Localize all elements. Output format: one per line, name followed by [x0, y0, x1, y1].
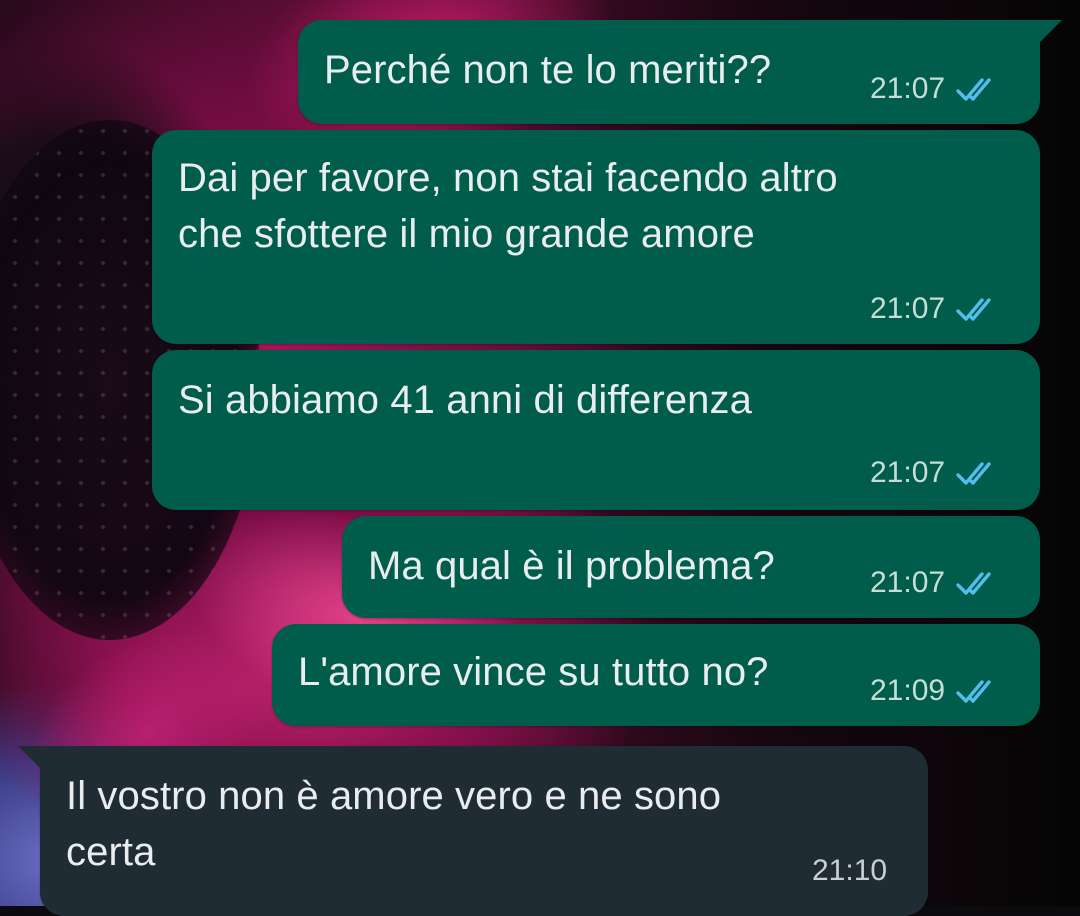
- message-bubble-sent[interactable]: L'amore vince su tutto no? 21:09: [272, 624, 1040, 726]
- message-text-line-1: Il vostro non è amore vero e ne sono: [66, 774, 722, 818]
- message-text: Si abbiamo 41 anni di differenza: [178, 378, 752, 422]
- message-meta: 21:07: [870, 292, 999, 326]
- message-time: 21:09: [870, 674, 946, 707]
- double-check-icon: [956, 462, 991, 485]
- double-check-icon: [956, 680, 991, 703]
- message-time: 21:10: [812, 854, 888, 887]
- message-time: 21:07: [870, 566, 946, 599]
- message-bubble-sent[interactable]: Dai per favore, non stai facendo altro c…: [152, 130, 1040, 344]
- bubble-tail: [18, 746, 44, 772]
- bubble-tail: [1036, 20, 1062, 46]
- message-text: L'amore vince su tutto no?: [298, 650, 769, 694]
- message-bubble-received[interactable]: Il vostro non è amore vero e ne sono cer…: [18, 746, 928, 916]
- double-check-icon: [956, 78, 991, 101]
- message-meta: 21:07: [870, 456, 999, 490]
- message-text-line-2: che sfottere il mio grande amore: [178, 212, 755, 256]
- message-bubble-sent[interactable]: Ma qual è il problema? 21:07: [342, 516, 1040, 618]
- message-time: 21:07: [870, 456, 946, 489]
- message-meta: 21:07: [870, 72, 999, 106]
- message-text: Perché non te lo meriti??: [324, 48, 772, 92]
- message-text-line-2: certa: [66, 830, 156, 874]
- message-time: 21:07: [870, 72, 946, 105]
- message-time: 21:07: [870, 292, 946, 325]
- double-check-icon: [956, 298, 991, 321]
- double-check-icon: [956, 572, 991, 595]
- message-meta: 21:10: [812, 854, 887, 888]
- message-text: Ma qual è il problema?: [368, 544, 775, 588]
- message-bubble-sent[interactable]: Si abbiamo 41 anni di differenza 21:07: [152, 350, 1040, 510]
- message-meta: 21:09: [870, 674, 999, 708]
- message-bubble-sent[interactable]: Perché non te lo meriti?? 21:07: [298, 20, 1062, 124]
- message-text-line-1: Dai per favore, non stai facendo altro: [178, 156, 838, 200]
- message-meta: 21:07: [870, 566, 999, 600]
